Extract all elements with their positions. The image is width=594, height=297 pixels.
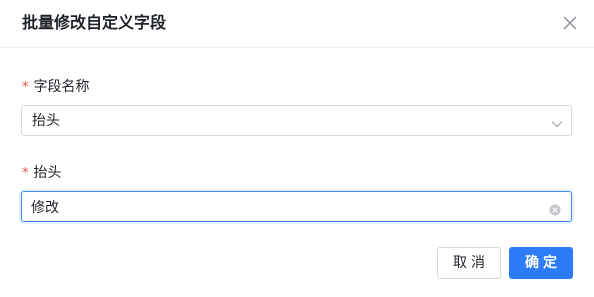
batch-edit-dialog: 批量修改自定义字段 * 字段名称 抬头 * 抬头 修改 取消 确定 bbox=[0, 0, 594, 297]
header-field-label: * 抬头 bbox=[22, 164, 62, 183]
header-field-label-text: 抬头 bbox=[33, 165, 62, 181]
field-name-label-text: 字段名称 bbox=[33, 79, 90, 95]
header-input[interactable] bbox=[31, 197, 531, 217]
cancel-button[interactable]: 取消 bbox=[437, 247, 501, 279]
header-input-wrapper bbox=[21, 191, 572, 222]
confirm-button[interactable]: 确定 bbox=[509, 247, 573, 279]
chevron-down-icon bbox=[551, 115, 563, 128]
field-name-label: * 字段名称 bbox=[22, 78, 90, 97]
field-name-select[interactable]: 抬头 bbox=[21, 105, 572, 136]
dialog-header: 批量修改自定义字段 bbox=[0, 0, 594, 48]
field-name-selected-value: 抬头 bbox=[32, 113, 60, 129]
required-mark: * bbox=[22, 166, 29, 181]
close-icon[interactable] bbox=[561, 14, 579, 32]
required-mark: * bbox=[22, 80, 29, 95]
clear-icon[interactable] bbox=[549, 201, 561, 216]
dialog-title: 批量修改自定义字段 bbox=[22, 13, 167, 32]
